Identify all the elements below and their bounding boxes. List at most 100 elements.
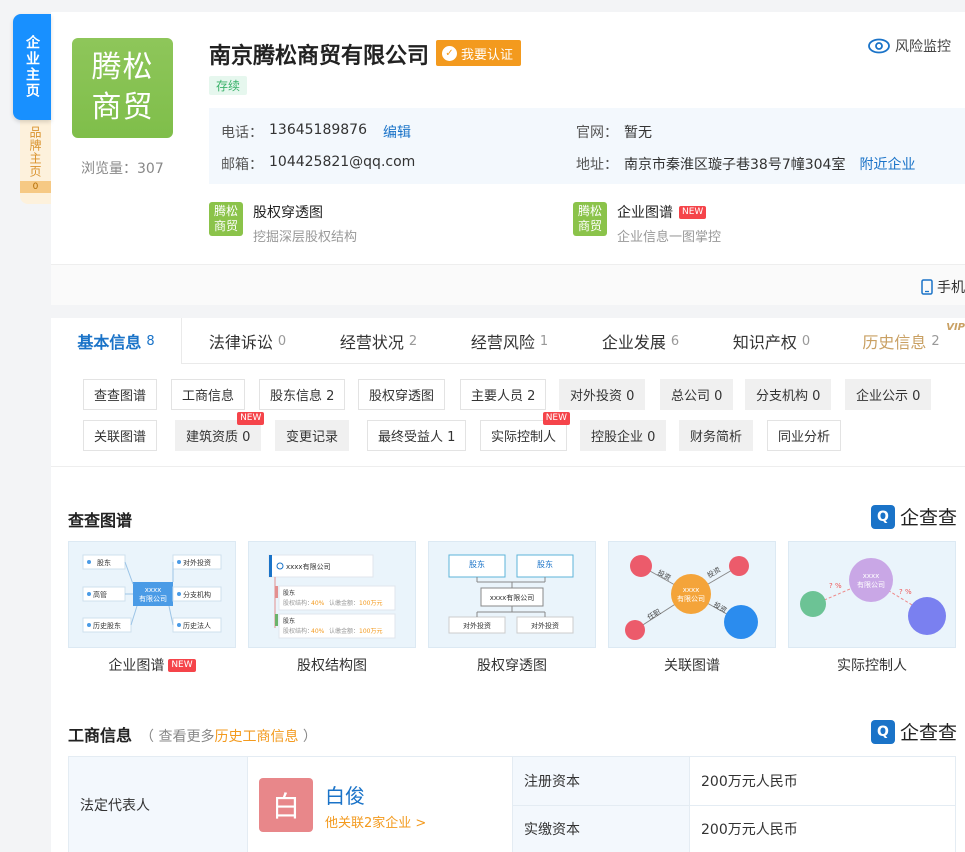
feature-equity-penetration[interactable]: 腾松 商贸 股权穿透图 挖掘深层股权结构 — [209, 202, 357, 245]
subtab-construction[interactable]: 建筑资质 0 NEW — [175, 412, 265, 451]
paid-capital-value: 200万元人民币 — [689, 804, 956, 852]
mobile-label: 手机 — [937, 280, 965, 296]
graph-label[interactable]: 股权结构图 — [248, 655, 416, 675]
subtab-beneficiary[interactable]: 最终受益人 1 — [367, 420, 467, 451]
status-badge: 存续 — [209, 76, 248, 95]
qcc-icon: Q — [870, 719, 895, 744]
subtab-finance[interactable]: 财务简析 — [679, 420, 754, 451]
business-info-table: 法定代表人 白 白俊 他关联2家企业 > 注册资本 200万元人民币 实缴资本 … — [68, 756, 956, 852]
logo-line2: 商贸 — [91, 90, 154, 125]
graph-label[interactable]: 企业图谱 NEW — [68, 655, 236, 675]
vip-badge: VIP — [946, 322, 965, 333]
subtab-key-people[interactable]: 主要人员 2 — [460, 379, 547, 410]
svg-text:高管: 高管 — [93, 590, 107, 599]
svg-text:历史法人: 历史法人 — [183, 621, 211, 630]
svg-text:100万元: 100万元 — [359, 600, 382, 607]
company-logo: 腾松 商贸 — [72, 38, 173, 138]
tab-legal[interactable]: 法律诉讼 0 — [182, 318, 313, 364]
subtab-changes[interactable]: 变更记录 — [275, 420, 350, 451]
new-badge: NEW — [679, 205, 707, 219]
svg-text:对外投资: 对外投资 — [531, 621, 559, 630]
subtab-industry[interactable]: 同业分析 — [767, 420, 842, 451]
graph-label[interactable]: 股权穿透图 — [428, 655, 596, 675]
svg-text:xxxx: xxxx — [863, 572, 880, 580]
graph-section-title: 查查图谱 — [68, 511, 133, 530]
view-count: 浏览量：307 — [81, 161, 164, 177]
svg-text:有限公司: 有限公司 — [677, 594, 705, 603]
new-badge: NEW — [542, 412, 571, 425]
related-companies-link[interactable]: 他关联2家企业 > — [325, 812, 426, 831]
svg-text:xxxx: xxxx — [683, 586, 700, 594]
eye-icon — [868, 38, 890, 54]
header-footer-bar: 手机 — [51, 264, 965, 305]
subtab-equity-penetration[interactable]: 股权穿透图 — [358, 379, 446, 410]
tab-development[interactable]: 企业发展 6 — [575, 318, 706, 364]
tab-basic-info[interactable]: 基本信息 8 — [51, 318, 182, 364]
subtab-headquarters[interactable]: 总公司 0 — [660, 379, 734, 410]
graph-label[interactable]: 实际控制人 — [788, 655, 956, 675]
new-badge: NEW — [168, 658, 196, 672]
risk-monitor-button[interactable]: 风险监控 — [868, 36, 951, 56]
feature-subtitle: 企业信息一图掌控 — [617, 230, 722, 245]
divider — [51, 466, 965, 467]
reg-capital-value: 200万元人民币 — [689, 756, 956, 806]
svg-text:有限公司: 有限公司 — [857, 580, 885, 589]
paid-capital-label: 实缴资本 — [512, 804, 690, 852]
logo-line1: 腾松 — [91, 50, 154, 85]
graph-card-equity-structure[interactable]: xxxx有限公司 股东 股权结构： 40% 认缴金额： 100万元 股东 股权结构： 40%… — [248, 541, 416, 648]
website-label: 官网： — [576, 125, 618, 141]
subtab-graph[interactable]: 查查图谱 — [83, 379, 158, 410]
tab-operations[interactable]: 经营状况 2 — [313, 318, 444, 364]
email-label: 邮箱： — [221, 157, 263, 173]
subtab-disclosures[interactable]: 企业公示 0 — [845, 379, 932, 410]
company-name: 南京腾松商贸有限公司 — [209, 44, 430, 69]
brand-tab-label: 品牌主页 — [28, 126, 42, 178]
edit-link[interactable]: 编辑 — [383, 122, 411, 142]
biz-section-title: 工商信息（ 查看更多历史工商信息 ） — [68, 726, 317, 745]
subtab-holdings[interactable]: 控股企业 0 — [580, 420, 667, 451]
feature-company-graph[interactable]: 腾松 商贸 企业图谱 NEW 企业信息一图掌控 — [573, 202, 721, 245]
qcc-icon: Q — [870, 504, 895, 529]
history-biz-link[interactable]: 历史工商信息 — [214, 729, 298, 745]
website-value: 暂无 — [624, 125, 652, 141]
tab-company-home[interactable]: 企业主页 — [13, 14, 51, 120]
graph-card-company[interactable]: xxxx 有限公司 股东 对外投资 高管 分支机构 历史股东 历史法人 — [68, 541, 236, 648]
nearby-link[interactable]: 附近企业 — [859, 154, 915, 174]
svg-text:对外投资: 对外投资 — [463, 621, 491, 630]
qcc-brand-text: 企查查 — [899, 722, 957, 744]
graph-label[interactable]: 关联图谱 — [608, 655, 776, 675]
subtab-branches[interactable]: 分支机构 0 — [745, 379, 832, 410]
tab-risk[interactable]: 经营风险 1 — [444, 318, 575, 364]
svg-text:? %: ? % — [899, 588, 912, 596]
legal-rep-cell: 白 白俊 他关联2家企业 > — [247, 756, 513, 852]
phone-label: 电话： — [221, 125, 263, 141]
subtab-business-info[interactable]: 工商信息 — [171, 379, 246, 410]
address-label: 地址： — [576, 157, 618, 173]
svg-text:对外投资: 对外投资 — [183, 558, 211, 567]
phone-icon — [921, 279, 933, 295]
history-link-wrap: （ 查看更多历史工商信息 ） — [140, 729, 317, 745]
qcc-logo: Q 企查查 — [870, 503, 957, 530]
mobile-view-link[interactable]: 手机 — [921, 277, 965, 297]
legal-rep-label: 法定代表人 — [68, 756, 248, 852]
svg-text:? %: ? % — [829, 582, 842, 590]
mini-logo: 腾松 商贸 — [573, 202, 607, 236]
svg-text:认缴金额：: 认缴金额： — [329, 627, 359, 635]
svg-text:xxxx有限公司: xxxx有限公司 — [490, 593, 535, 602]
svg-text:股权结构：: 股权结构： — [283, 599, 313, 607]
tab-brand-home[interactable]: 品牌主页 0 — [20, 120, 51, 204]
legal-rep-name[interactable]: 白俊 — [325, 780, 426, 809]
email-value[interactable]: 104425821@qq.com — [269, 154, 415, 174]
phone-value: 13645189876 — [269, 122, 367, 138]
subtab-investments[interactable]: 对外投资 0 — [559, 379, 646, 410]
graph-card-related[interactable]: xxxx 有限公司 投资 投资 任职 投资 — [608, 541, 776, 648]
subtab-related-graph[interactable]: 关联图谱 — [83, 420, 158, 451]
graph-card-controller[interactable]: xxxx 有限公司 ? % ? % — [788, 541, 956, 648]
certify-button[interactable]: ✓ 我要认证 — [436, 40, 522, 66]
subtab-controller[interactable]: 实际控制人 NEW — [480, 412, 571, 451]
graph-card-equity-penetration[interactable]: 股东 股东 xxxx有限公司 对外投资 对外投资 — [428, 541, 596, 648]
tab-ip[interactable]: 知识产权 0 — [706, 318, 837, 364]
feature-title: 企业图谱 NEW — [617, 202, 721, 222]
subtab-shareholders[interactable]: 股东信息 2 — [259, 379, 346, 410]
svg-text:40%: 40% — [311, 628, 325, 635]
